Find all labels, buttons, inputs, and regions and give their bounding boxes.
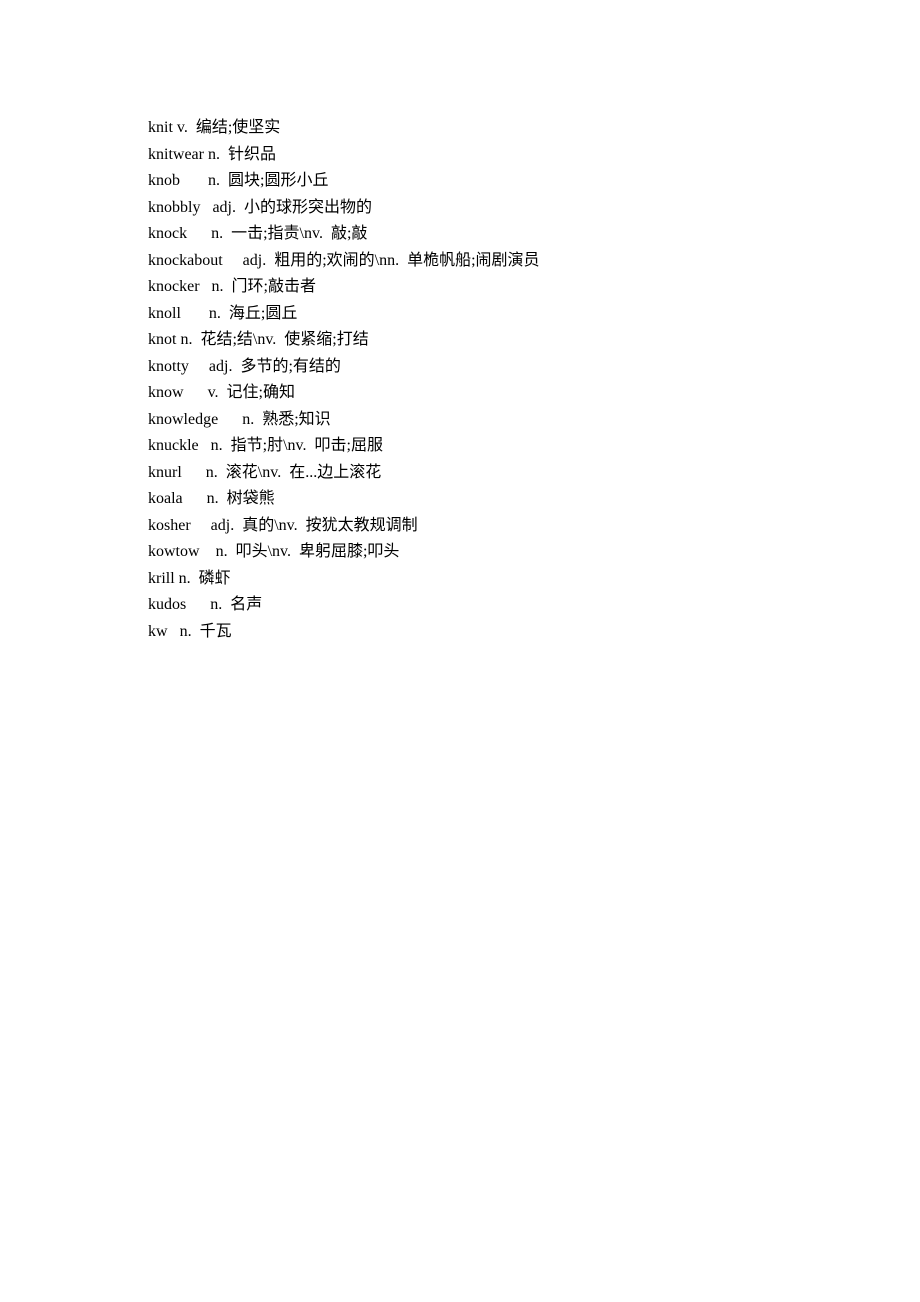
entry-definition: n. 磷虾	[179, 570, 231, 587]
entry-definition: n. 花结;结\nv. 使紧缩;打结	[180, 331, 368, 348]
entry-word: kosher	[148, 517, 191, 534]
entry-word: knobbly	[148, 199, 200, 216]
entry-word: knotty	[148, 358, 189, 375]
entry-word: knockabout	[148, 252, 223, 269]
vocabulary-entry: krill n. 磷虾	[148, 566, 820, 593]
vocabulary-entry: knowledge n. 熟悉;知识	[148, 407, 820, 434]
entry-word: koala	[148, 490, 183, 507]
entry-word: kw	[148, 623, 168, 640]
vocabulary-entry: knock n. 一击;指责\nv. 敲;敲	[148, 221, 820, 248]
vocabulary-entry: knobbly adj. 小的球形突出物的	[148, 195, 820, 222]
entry-definition: n. 一击;指责\nv. 敲;敲	[191, 225, 367, 242]
vocabulary-entry: knot n. 花结;结\nv. 使紧缩;打结	[148, 327, 820, 354]
vocabulary-entry: kw n. 千瓦	[148, 619, 820, 646]
entry-definition: v. 编结;使坚实	[177, 119, 280, 136]
vocabulary-entry: koala n. 树袋熊	[148, 486, 820, 513]
entry-definition: n. 树袋熊	[187, 490, 275, 507]
vocabulary-entry: knotty adj. 多节的;有结的	[148, 354, 820, 381]
vocabulary-entry: knoll n. 海丘;圆丘	[148, 301, 820, 328]
vocabulary-entry: kosher adj. 真的\nv. 按犹太教规调制	[148, 513, 820, 540]
entry-definition: n. 熟悉;知识	[222, 411, 330, 428]
entry-definition: v. 记住;确知	[188, 384, 295, 401]
entry-word: knock	[148, 225, 187, 242]
entry-definition: n. 针织品	[208, 146, 276, 163]
vocabulary-entry: kowtow n. 叩头\nv. 卑躬屈膝;叩头	[148, 539, 820, 566]
vocabulary-entry: knocker n. 门环;敲击者	[148, 274, 820, 301]
vocabulary-entry: knuckle n. 指节;肘\nv. 叩击;屈服	[148, 433, 820, 460]
vocabulary-entry: know v. 记住;确知	[148, 380, 820, 407]
vocabulary-entry: knitwear n. 针织品	[148, 142, 820, 169]
entry-word: knurl	[148, 464, 182, 481]
entry-word: kudos	[148, 596, 186, 613]
entry-word: kowtow	[148, 543, 200, 560]
entry-definition: adj. 粗用的;欢闹的\nn. 单桅帆船;闹剧演员	[227, 252, 540, 269]
entry-definition: adj. 多节的;有结的	[193, 358, 341, 375]
document-page: knit v. 编结;使坚实knitwear n. 针织品knob n. 圆块;…	[0, 0, 920, 645]
entry-word: knot	[148, 331, 176, 348]
entry-definition: n. 圆块;圆形小丘	[184, 172, 328, 189]
entry-word: knit	[148, 119, 173, 136]
entry-definition: adj. 真的\nv. 按犹太教规调制	[195, 517, 418, 534]
entry-definition: n. 门环;敲击者	[204, 278, 316, 295]
vocabulary-entry: knockabout adj. 粗用的;欢闹的\nn. 单桅帆船;闹剧演员	[148, 248, 820, 275]
entry-definition: n. 名声	[190, 596, 262, 613]
vocabulary-entry: knit v. 编结;使坚实	[148, 115, 820, 142]
entry-definition: n. 指节;肘\nv. 叩击;屈服	[203, 437, 383, 454]
entry-word: knob	[148, 172, 180, 189]
entry-definition: n. 海丘;圆丘	[185, 305, 297, 322]
vocabulary-entry: knob n. 圆块;圆形小丘	[148, 168, 820, 195]
entry-definition: adj. 小的球形突出物的	[204, 199, 372, 216]
entry-word: know	[148, 384, 184, 401]
entry-word: knoll	[148, 305, 181, 322]
vocabulary-list: knit v. 编结;使坚实knitwear n. 针织品knob n. 圆块;…	[148, 115, 820, 645]
entry-definition: n. 滚花\nv. 在...边上滚花	[186, 464, 381, 481]
entry-definition: n. 叩头\nv. 卑躬屈膝;叩头	[204, 543, 400, 560]
entry-word: krill	[148, 570, 175, 587]
vocabulary-entry: knurl n. 滚花\nv. 在...边上滚花	[148, 460, 820, 487]
entry-word: knowledge	[148, 411, 218, 428]
vocabulary-entry: kudos n. 名声	[148, 592, 820, 619]
entry-word: knocker	[148, 278, 200, 295]
entry-word: knitwear	[148, 146, 204, 163]
entry-definition: n. 千瓦	[172, 623, 232, 640]
entry-word: knuckle	[148, 437, 199, 454]
